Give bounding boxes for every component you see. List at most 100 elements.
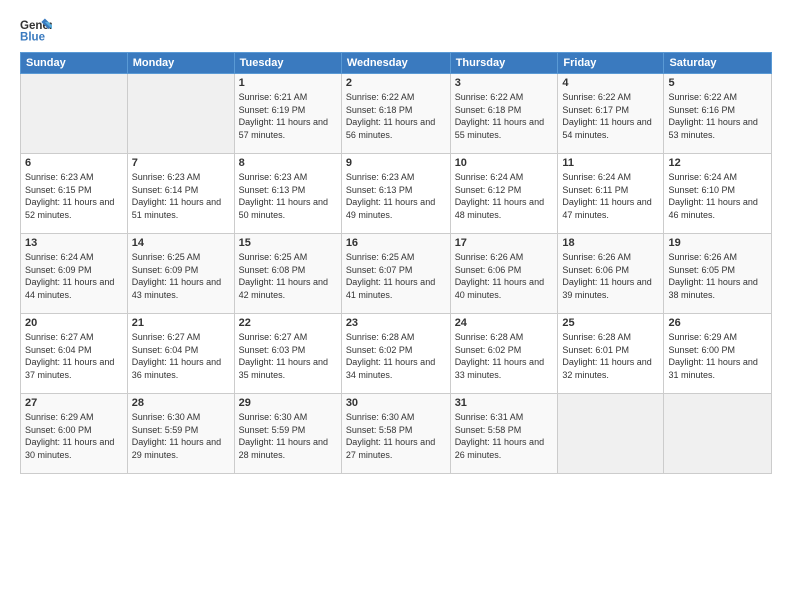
calendar-cell <box>558 394 664 474</box>
day-info: Sunrise: 6:24 AM Sunset: 6:12 PM Dayligh… <box>455 171 554 221</box>
calendar-cell: 24 Sunrise: 6:28 AM Sunset: 6:02 PM Dayli… <box>450 314 558 394</box>
day-number: 21 <box>132 317 230 329</box>
day-number: 1 <box>239 77 337 89</box>
calendar-cell: 26Sunrise: 6:29 AM Sunset: 6:00 PM Dayli… <box>664 314 772 394</box>
calendar-cell: 10Sunrise: 6:24 AM Sunset: 6:12 PM Dayli… <box>450 154 558 234</box>
day-info: Sunrise: 6:24 AM Sunset: 6:10 PM Dayligh… <box>668 171 767 221</box>
weekday-header: Sunday <box>21 53 128 74</box>
calendar-cell: 22 Sunrise: 6:27 AM Sunset: 6:03 PM Dayli… <box>234 314 341 394</box>
day-info: Sunrise: 6:27 AM Sunset: 6:03 PM Dayligh… <box>239 331 337 381</box>
calendar-cell: 9 Sunrise: 6:23 AM Sunset: 6:13 PM Daylig… <box>341 154 450 234</box>
day-number: 6 <box>25 157 123 169</box>
calendar-cell: 29 Sunrise: 6:30 AM Sunset: 5:59 PM Dayli… <box>234 394 341 474</box>
calendar-cell: 7 Sunrise: 6:23 AM Sunset: 6:14 PM Daylig… <box>127 154 234 234</box>
calendar-header: SundayMondayTuesdayWednesdayThursdayFrid… <box>21 53 772 74</box>
calendar-cell: 4 Sunrise: 6:22 AM Sunset: 6:17 PM Daylig… <box>558 74 664 154</box>
weekday-header: Tuesday <box>234 53 341 74</box>
calendar-week-row: 20 Sunrise: 6:27 AM Sunset: 6:04 PM Dayli… <box>21 314 772 394</box>
calendar-cell: 12 Sunrise: 6:24 AM Sunset: 6:10 PM Dayli… <box>664 154 772 234</box>
day-info: Sunrise: 6:30 AM Sunset: 5:59 PM Dayligh… <box>132 411 230 461</box>
day-info: Sunrise: 6:29 AM Sunset: 6:00 PM Dayligh… <box>25 411 123 461</box>
day-info: Sunrise: 6:27 AM Sunset: 6:04 PM Dayligh… <box>25 331 123 381</box>
calendar-cell: 11 Sunrise: 6:24 AM Sunset: 6:11 PM Dayli… <box>558 154 664 234</box>
day-info: Sunrise: 6:21 AM Sunset: 6:19 PM Dayligh… <box>239 91 337 141</box>
calendar-cell: 2 Sunrise: 6:22 AM Sunset: 6:18 PM Daylig… <box>341 74 450 154</box>
day-number: 31 <box>455 397 554 409</box>
day-number: 13 <box>25 237 123 249</box>
weekday-header: Wednesday <box>341 53 450 74</box>
day-number: 28 <box>132 397 230 409</box>
day-number: 17 <box>455 237 554 249</box>
day-info: Sunrise: 6:25 AM Sunset: 6:09 PM Dayligh… <box>132 251 230 301</box>
day-info: Sunrise: 6:26 AM Sunset: 6:05 PM Dayligh… <box>668 251 767 301</box>
day-number: 7 <box>132 157 230 169</box>
day-info: Sunrise: 6:23 AM Sunset: 6:13 PM Dayligh… <box>346 171 446 221</box>
day-number: 2 <box>346 77 446 89</box>
day-number: 19 <box>668 237 767 249</box>
calendar-cell: 25Sunrise: 6:28 AM Sunset: 6:01 PM Dayli… <box>558 314 664 394</box>
weekday-header: Saturday <box>664 53 772 74</box>
calendar-cell: 28 Sunrise: 6:30 AM Sunset: 5:59 PM Dayli… <box>127 394 234 474</box>
weekday-header: Monday <box>127 53 234 74</box>
weekday-header: Friday <box>558 53 664 74</box>
weekday-header: Thursday <box>450 53 558 74</box>
day-info: Sunrise: 6:24 AM Sunset: 6:11 PM Dayligh… <box>562 171 659 221</box>
day-info: Sunrise: 6:22 AM Sunset: 6:18 PM Dayligh… <box>346 91 446 141</box>
day-number: 27 <box>25 397 123 409</box>
calendar-cell: 8Sunrise: 6:23 AM Sunset: 6:13 PM Daylig… <box>234 154 341 234</box>
day-number: 3 <box>455 77 554 89</box>
day-info: Sunrise: 6:25 AM Sunset: 6:08 PM Dayligh… <box>239 251 337 301</box>
calendar-cell: 21Sunrise: 6:27 AM Sunset: 6:04 PM Dayli… <box>127 314 234 394</box>
svg-text:Blue: Blue <box>20 32 46 44</box>
calendar-cell: 6 Sunrise: 6:23 AM Sunset: 6:15 PM Daylig… <box>21 154 128 234</box>
day-number: 11 <box>562 157 659 169</box>
day-number: 23 <box>346 317 446 329</box>
page: General Blue SundayMondayTuesdayWednesda… <box>0 0 792 612</box>
day-number: 22 <box>239 317 337 329</box>
day-number: 18 <box>562 237 659 249</box>
day-info: Sunrise: 6:22 AM Sunset: 6:16 PM Dayligh… <box>668 91 767 141</box>
calendar-table: SundayMondayTuesdayWednesdayThursdayFrid… <box>20 52 772 474</box>
day-number: 14 <box>132 237 230 249</box>
day-info: Sunrise: 6:23 AM Sunset: 6:15 PM Dayligh… <box>25 171 123 221</box>
calendar-cell: 16 Sunrise: 6:25 AM Sunset: 6:07 PM Dayli… <box>341 234 450 314</box>
day-number: 30 <box>346 397 446 409</box>
weekday-row: SundayMondayTuesdayWednesdayThursdayFrid… <box>21 53 772 74</box>
calendar-week-row: 27 Sunrise: 6:29 AM Sunset: 6:00 PM Dayli… <box>21 394 772 474</box>
calendar-cell: 27 Sunrise: 6:29 AM Sunset: 6:00 PM Dayli… <box>21 394 128 474</box>
day-number: 12 <box>668 157 767 169</box>
calendar-cell: 1 Sunrise: 6:21 AM Sunset: 6:19 PM Daylig… <box>234 74 341 154</box>
calendar-cell: 30 Sunrise: 6:30 AM Sunset: 5:58 PM Dayli… <box>341 394 450 474</box>
calendar-cell: 20 Sunrise: 6:27 AM Sunset: 6:04 PM Dayli… <box>21 314 128 394</box>
calendar-cell: 3 Sunrise: 6:22 AM Sunset: 6:18 PM Daylig… <box>450 74 558 154</box>
day-info: Sunrise: 6:22 AM Sunset: 6:17 PM Dayligh… <box>562 91 659 141</box>
day-number: 29 <box>239 397 337 409</box>
day-info: Sunrise: 6:29 AM Sunset: 6:00 PM Dayligh… <box>668 331 767 381</box>
day-number: 16 <box>346 237 446 249</box>
day-number: 24 <box>455 317 554 329</box>
day-info: Sunrise: 6:28 AM Sunset: 6:02 PM Dayligh… <box>455 331 554 381</box>
day-info: Sunrise: 6:26 AM Sunset: 6:06 PM Dayligh… <box>562 251 659 301</box>
calendar-cell: 15Sunrise: 6:25 AM Sunset: 6:08 PM Dayli… <box>234 234 341 314</box>
day-info: Sunrise: 6:30 AM Sunset: 5:58 PM Dayligh… <box>346 411 446 461</box>
day-info: Sunrise: 6:28 AM Sunset: 6:02 PM Dayligh… <box>346 331 446 381</box>
calendar-cell <box>664 394 772 474</box>
day-info: Sunrise: 6:25 AM Sunset: 6:07 PM Dayligh… <box>346 251 446 301</box>
day-info: Sunrise: 6:30 AM Sunset: 5:59 PM Dayligh… <box>239 411 337 461</box>
day-number: 20 <box>25 317 123 329</box>
calendar-cell: 5 Sunrise: 6:22 AM Sunset: 6:16 PM Daylig… <box>664 74 772 154</box>
header: General Blue <box>20 16 772 44</box>
calendar-cell: 31Sunrise: 6:31 AM Sunset: 5:58 PM Dayli… <box>450 394 558 474</box>
day-info: Sunrise: 6:23 AM Sunset: 6:13 PM Dayligh… <box>239 171 337 221</box>
day-info: Sunrise: 6:23 AM Sunset: 6:14 PM Dayligh… <box>132 171 230 221</box>
day-number: 9 <box>346 157 446 169</box>
day-number: 4 <box>562 77 659 89</box>
day-number: 5 <box>668 77 767 89</box>
calendar-cell: 18 Sunrise: 6:26 AM Sunset: 6:06 PM Dayli… <box>558 234 664 314</box>
day-number: 25 <box>562 317 659 329</box>
logo: General Blue <box>20 16 52 44</box>
day-info: Sunrise: 6:22 AM Sunset: 6:18 PM Dayligh… <box>455 91 554 141</box>
calendar-cell: 23 Sunrise: 6:28 AM Sunset: 6:02 PM Dayli… <box>341 314 450 394</box>
day-info: Sunrise: 6:24 AM Sunset: 6:09 PM Dayligh… <box>25 251 123 301</box>
calendar-week-row: 1 Sunrise: 6:21 AM Sunset: 6:19 PM Daylig… <box>21 74 772 154</box>
